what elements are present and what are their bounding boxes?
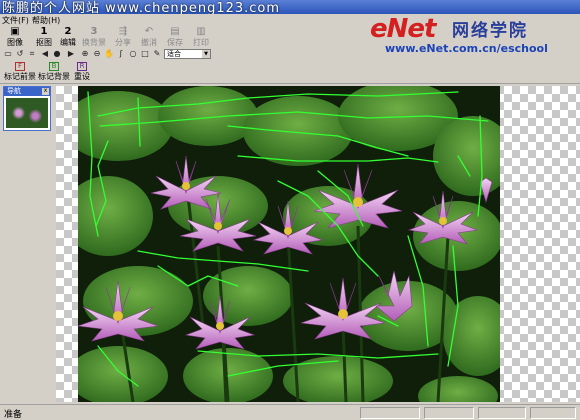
replace-bg-step-button[interactable]: 3 换背景 bbox=[81, 27, 107, 48]
square-tool-icon[interactable]: □ bbox=[140, 49, 150, 58]
background-marker-icon: B bbox=[49, 62, 59, 71]
circle-tool-icon[interactable]: ○ bbox=[128, 49, 138, 58]
status-pane bbox=[478, 407, 526, 419]
zoom-out-icon[interactable]: ⊖ bbox=[92, 49, 102, 58]
undo-icon: ↶ bbox=[144, 26, 154, 37]
enet-url: www.eNet.com.cn/eschool bbox=[385, 42, 548, 55]
rotate-tool-icon[interactable]: ↺ bbox=[15, 49, 25, 58]
menu-help[interactable]: 帮助(H) bbox=[32, 15, 60, 26]
menu-file[interactable]: 文件(F) bbox=[2, 15, 29, 26]
enet-banner: eNet 网络学院 www.eNet.com.cn/eschool bbox=[340, 14, 580, 58]
navigator-thumbnail[interactable] bbox=[6, 98, 48, 128]
image-button[interactable]: ▣ 图像 bbox=[4, 27, 26, 48]
status-bar: 准备 bbox=[0, 404, 580, 420]
status-pane bbox=[530, 407, 576, 419]
mark-foreground-button[interactable]: F 标记前景 bbox=[4, 62, 36, 82]
select-tool-icon[interactable]: ▭ bbox=[3, 49, 13, 58]
undo-button[interactable]: ↶ 撤消 bbox=[138, 27, 160, 48]
navigator-header: 导航 x bbox=[4, 87, 50, 96]
cutout-step-button[interactable]: 1 抠图 bbox=[33, 27, 55, 48]
navigator-panel: 导航 x bbox=[3, 86, 51, 131]
chevron-down-icon: ▼ bbox=[202, 50, 210, 58]
print-icon: ▥ bbox=[196, 26, 206, 37]
tools-toolbar: ▭ ↺ ⌗ ◀ ● ▶ ⊕ ⊖ ✋ ʃ ○ □ ✎ 适合 ▼ bbox=[0, 48, 340, 60]
lily-photo[interactable] bbox=[78, 86, 500, 402]
main-toolbar: ▣ 图像 1 抠图 2 编辑 3 换背景 ⇶ 分享 ↶ 撤消 ▤ 保存 ▥ 打印 bbox=[0, 26, 340, 48]
lasso-tool-icon[interactable]: ʃ bbox=[116, 49, 126, 58]
status-pane bbox=[360, 407, 420, 419]
zoom-in-icon[interactable]: ⊕ bbox=[80, 49, 90, 58]
share-icon: ⇶ bbox=[118, 26, 128, 37]
reset-icon: R bbox=[77, 62, 87, 71]
save-button[interactable]: ▤ 保存 bbox=[164, 27, 186, 48]
edit-step-button[interactable]: 2 编辑 bbox=[57, 27, 79, 48]
status-pane bbox=[424, 407, 474, 419]
play-icon[interactable]: ● bbox=[52, 49, 62, 58]
foreground-marker-icon: F bbox=[15, 62, 25, 71]
image-icon: ▣ bbox=[10, 26, 20, 37]
save-icon: ▤ bbox=[170, 26, 180, 37]
marker-toolbar: F 标记前景 B 标记背景 R 重设 bbox=[0, 60, 580, 84]
reset-button[interactable]: R 重设 bbox=[72, 62, 92, 82]
close-icon[interactable]: x bbox=[42, 88, 49, 95]
crop-tool-icon[interactable]: ⌗ bbox=[27, 49, 37, 58]
enet-logo: eNet bbox=[370, 14, 436, 44]
mark-background-button[interactable]: B 标记背景 bbox=[38, 62, 70, 82]
share-button[interactable]: ⇶ 分享 bbox=[112, 27, 134, 48]
title-bar: 陈鹏的个人网站 www.chenpeng123.com bbox=[0, 0, 580, 16]
status-text: 准备 bbox=[4, 410, 23, 420]
prev-icon[interactable]: ◀ bbox=[40, 49, 50, 58]
brush-tool-icon[interactable]: ✎ bbox=[152, 49, 162, 58]
enet-logo-cn: 网络学院 bbox=[452, 21, 528, 41]
zoom-select[interactable]: 适合 ▼ bbox=[164, 49, 211, 59]
next-icon[interactable]: ▶ bbox=[66, 49, 76, 58]
hand-tool-icon[interactable]: ✋ bbox=[104, 49, 114, 58]
print-button[interactable]: ▥ 打印 bbox=[190, 27, 212, 48]
